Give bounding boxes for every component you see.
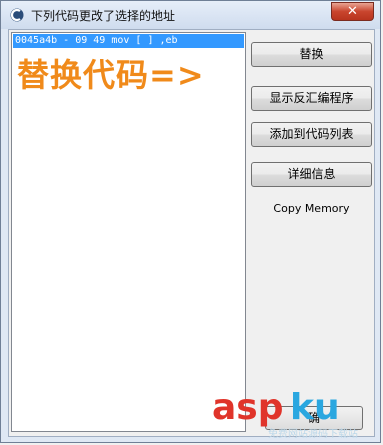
show-disassembler-button[interactable]: 显示反汇编程序 [251,86,372,111]
dialog-window: 下列代码更改了选择的地址 ✕ 0045a4b - 09 49 mov [ ] ,… [0,0,381,443]
dialog-client-area: 0045a4b - 09 49 mov [ ] ,eb 替换代码=> 替换 显示… [8,29,375,437]
more-info-button[interactable]: 详细信息 [251,162,372,187]
annotation-overlay: 替换代码=> [17,56,205,94]
window-title: 下列代码更改了选择的地址 [31,9,176,23]
close-button[interactable]: ✕ [331,2,374,21]
title-bar[interactable]: 下列代码更改了选择的地址 ✕ [1,1,380,29]
watermark-brand-asp: asp [212,387,284,428]
watermark-subtitle: 免费网站源码下载站 [268,429,358,440]
add-to-codelist-button[interactable]: 添加到代码列表 [251,122,372,147]
list-item[interactable]: 0045a4b - 09 49 mov [ ] ,eb [13,34,244,48]
watermark-logo: asp ku 免费网站源码下载站 [212,387,382,441]
watermark-brand-ku: ku [290,387,340,428]
copy-memory-label: Copy Memory [273,202,350,215]
close-icon: ✕ [347,4,358,19]
cheat-engine-icon [10,8,24,22]
replace-button[interactable]: 替换 [251,42,372,67]
